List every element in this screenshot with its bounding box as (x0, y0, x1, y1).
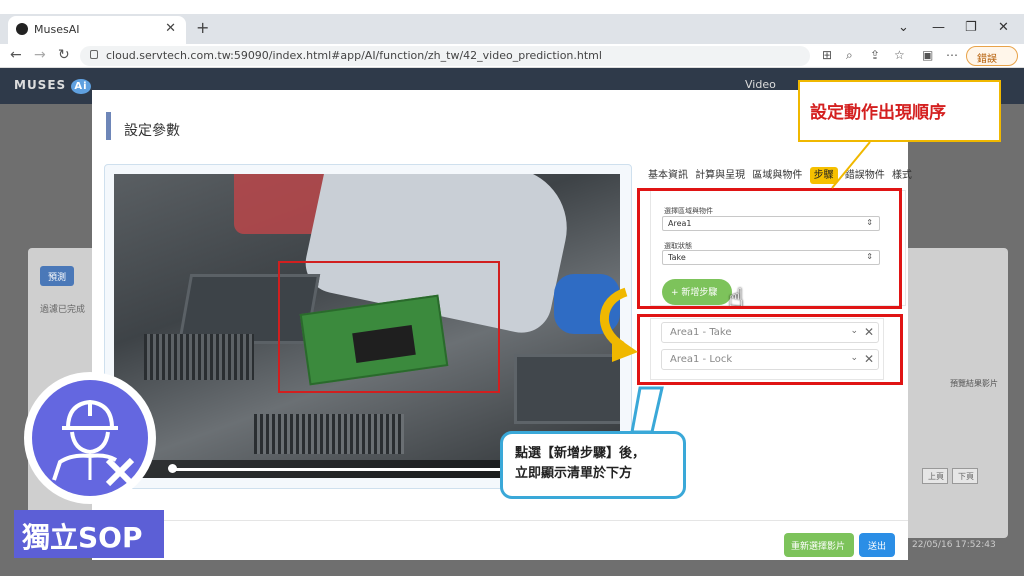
curved-arrow-head (612, 334, 638, 362)
callout-line-2: 立即顯示清單於下方 (515, 466, 633, 481)
callout-line-1: 點選【新增步驟】後， (515, 446, 646, 461)
worker-tool-icon (52, 399, 135, 487)
callout-pointer-line (831, 141, 871, 189)
sop-label: 獨立SOP (14, 510, 164, 558)
callout-order-note: 設定動作出現順序 (798, 80, 1001, 142)
callout-add-step-note: 點選【新增步驟】後， 立即顯示清單於下方 (500, 431, 686, 499)
speech-bubble-tail (630, 386, 664, 434)
sop-badge-inner (32, 380, 148, 496)
